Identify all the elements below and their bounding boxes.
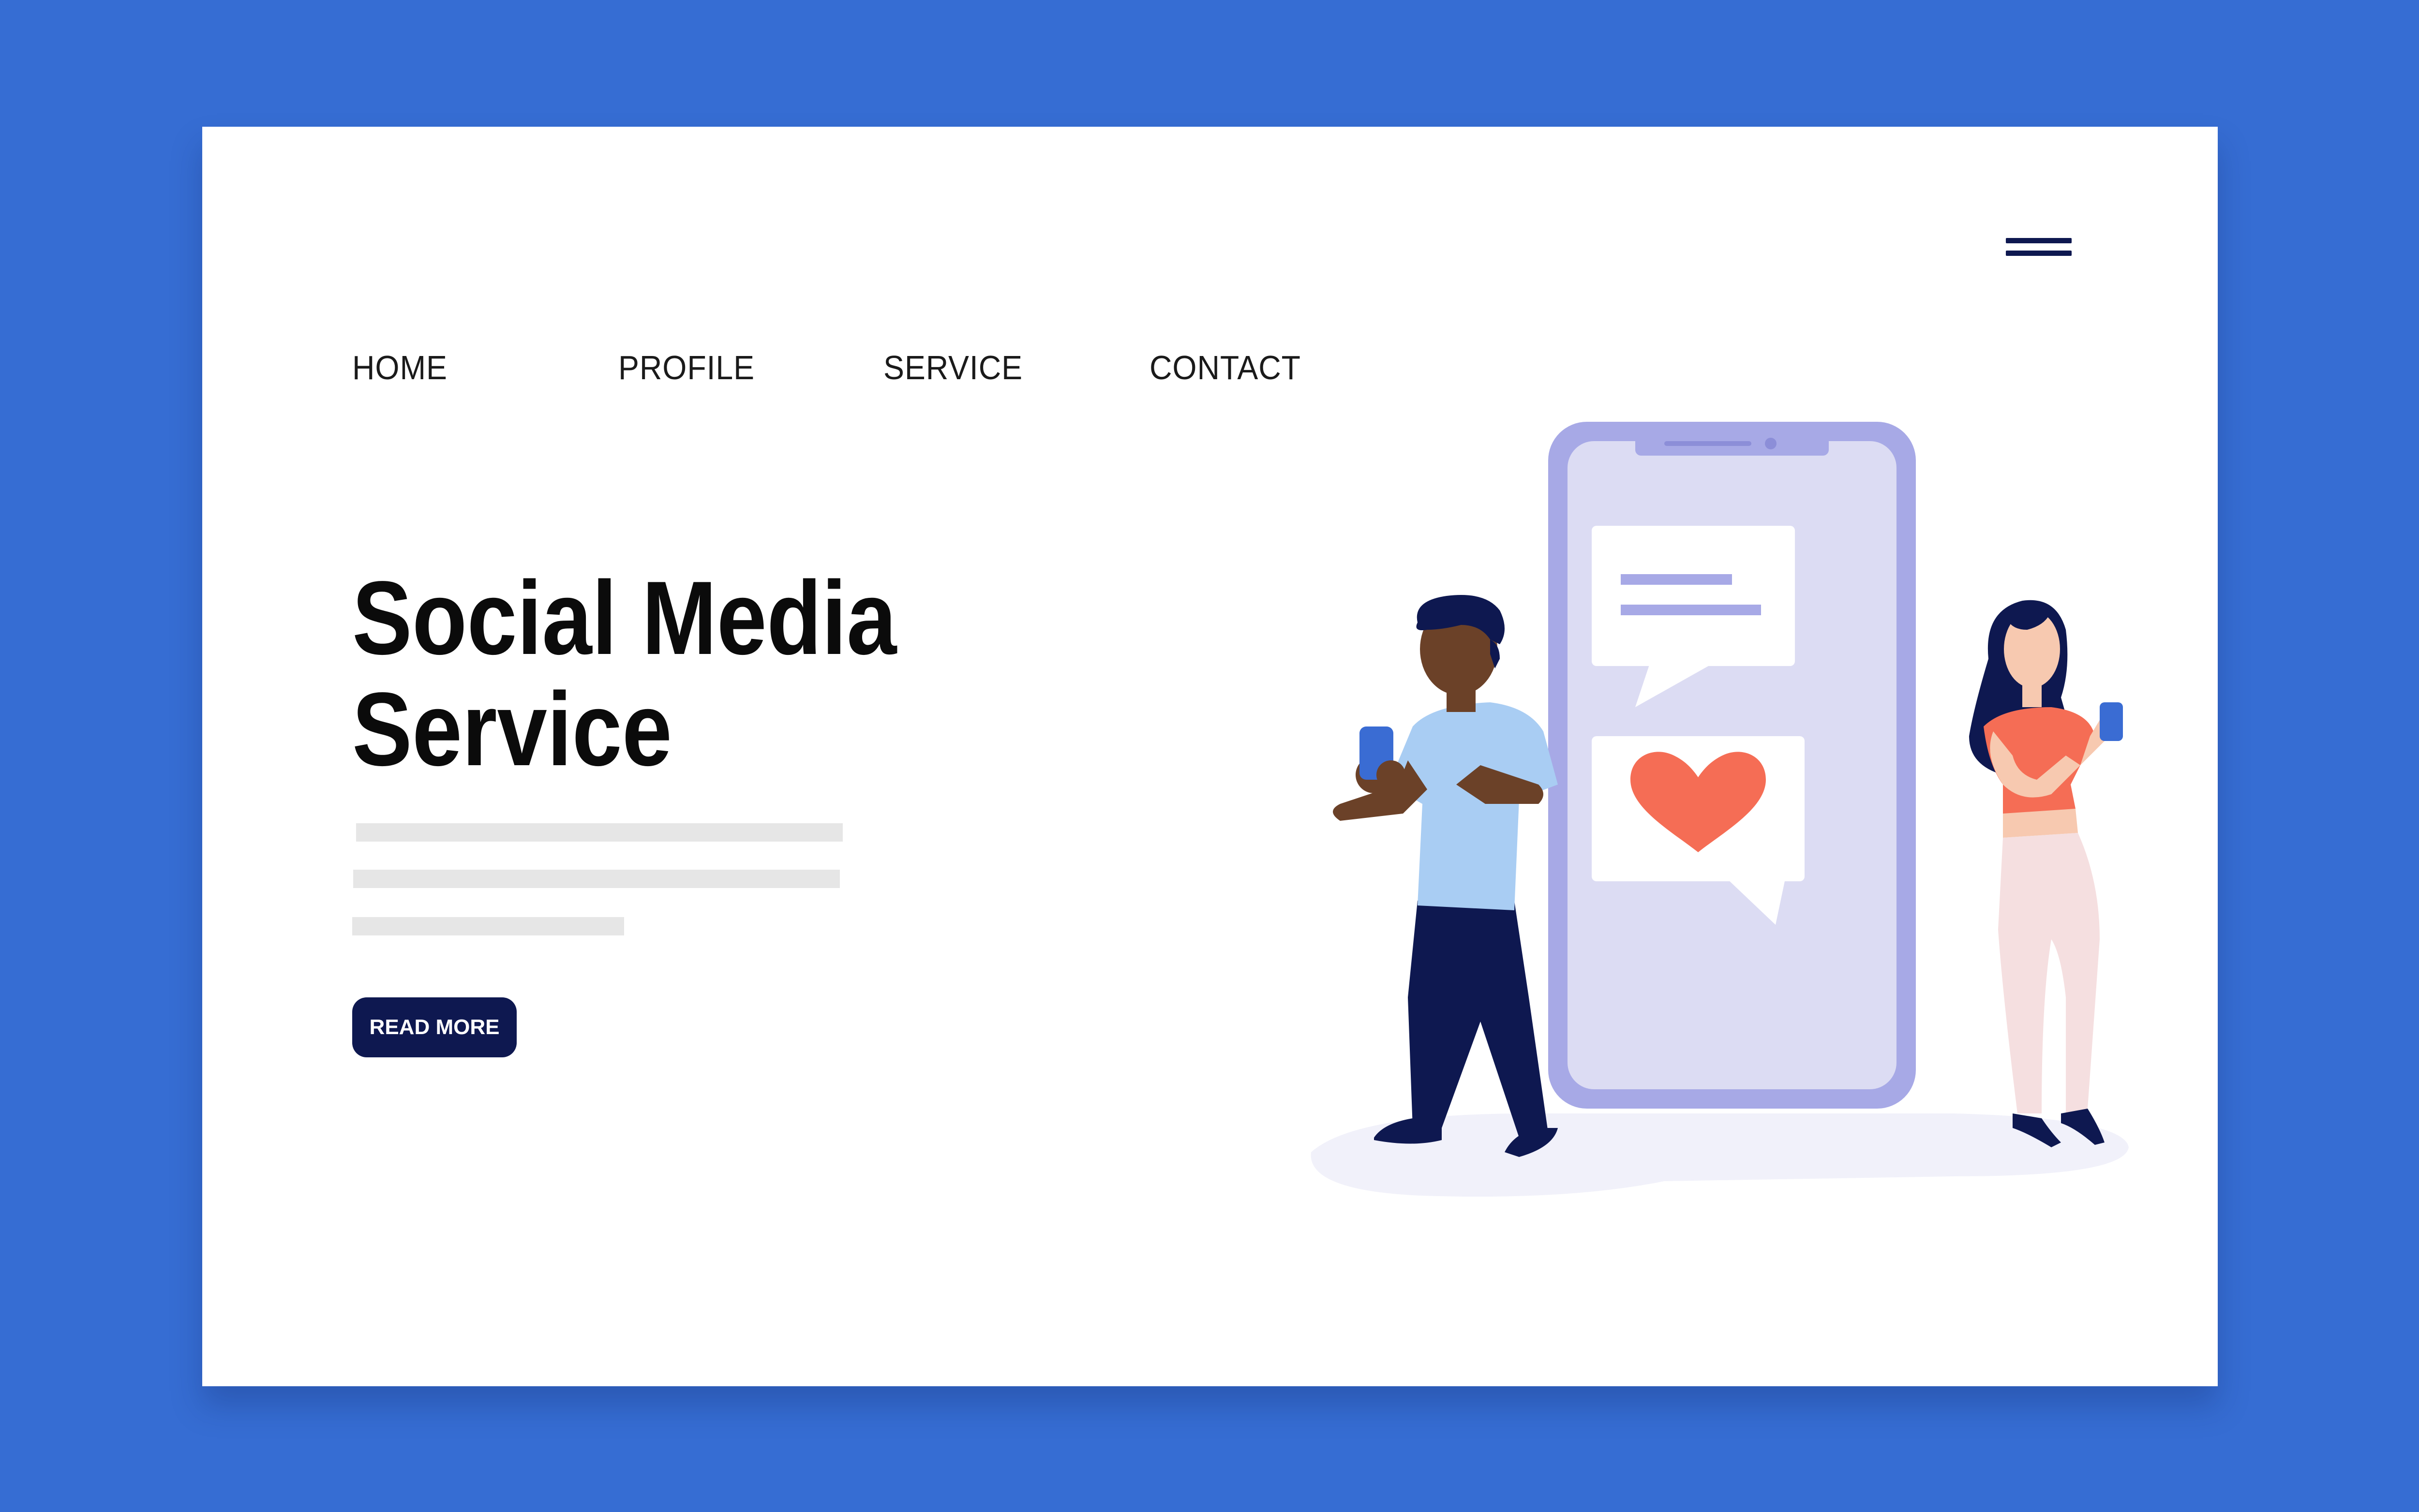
placeholder-text-line bbox=[352, 917, 624, 935]
hero-illustration bbox=[1229, 417, 2172, 1360]
landing-page-card: HOME PROFILE SERVICE CONTACT Social Medi… bbox=[202, 127, 2218, 1386]
placeholder-text-line bbox=[353, 870, 840, 888]
hamburger-line bbox=[2006, 251, 2072, 256]
hamburger-menu-icon[interactable] bbox=[2006, 234, 2072, 258]
hero-title-line-1: Social Media bbox=[352, 559, 897, 676]
hero-title: Social Media Service bbox=[352, 562, 935, 785]
nav-item-contact[interactable]: CONTACT bbox=[1150, 348, 1301, 387]
hamburger-line bbox=[2006, 238, 2072, 243]
hero-title-line-2: Service bbox=[352, 670, 672, 787]
top-nav: HOME PROFILE SERVICE CONTACT bbox=[352, 348, 1658, 397]
woman-figure bbox=[1969, 600, 2123, 1147]
placeholder-text-line bbox=[356, 823, 843, 842]
man-figure bbox=[1333, 595, 1558, 1157]
nav-item-profile[interactable]: PROFILE bbox=[618, 348, 755, 387]
nav-item-home[interactable]: HOME bbox=[352, 348, 448, 387]
nav-item-service[interactable]: SERVICE bbox=[883, 348, 1023, 387]
read-more-button[interactable]: READ MORE bbox=[352, 997, 517, 1057]
people-with-phone-illustration bbox=[1311, 422, 2129, 1197]
